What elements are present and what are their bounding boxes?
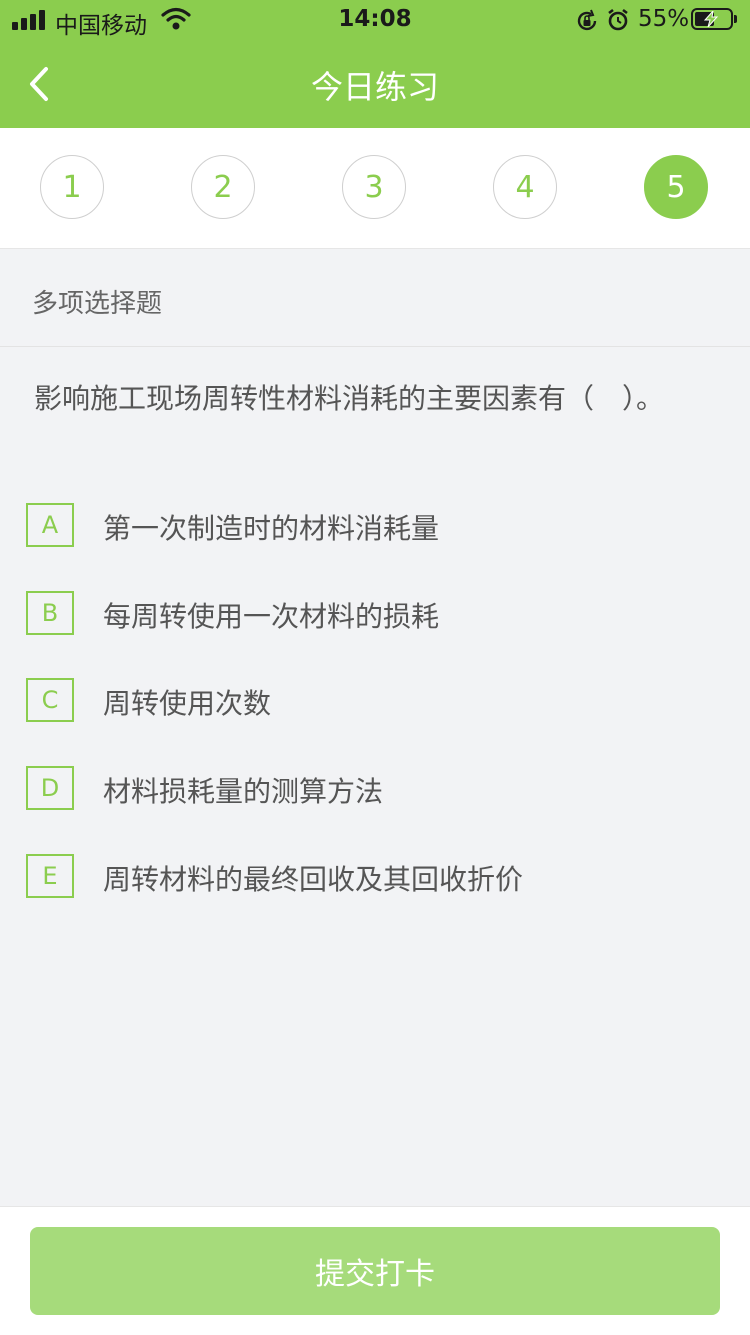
alarm-icon	[606, 8, 630, 36]
bottom-bar: 提交打卡	[0, 1206, 750, 1335]
question-type-label: 多项选择题	[32, 289, 163, 319]
option-c[interactable]: C 周转使用次数	[26, 678, 726, 726]
question-number-bar: 1 2 3 4 5	[0, 128, 750, 249]
orientation-lock-icon	[575, 9, 599, 37]
status-bar: 中国移动 14:08 55%	[0, 0, 750, 40]
option-letter: C	[26, 678, 74, 722]
question-type-row: 多项选择题	[0, 249, 750, 347]
option-a[interactable]: A 第一次制造时的材料消耗量	[26, 503, 726, 551]
question-number-5[interactable]: 5	[644, 155, 708, 219]
option-text: 每周转使用一次材料的损耗	[103, 600, 440, 633]
question-number-4[interactable]: 4	[493, 155, 557, 219]
option-text: 材料损耗量的测算方法	[103, 775, 384, 808]
option-b[interactable]: B 每周转使用一次材料的损耗	[26, 591, 726, 639]
option-text: 周转使用次数	[103, 687, 272, 720]
page-title: 今日练习	[310, 68, 439, 106]
question-number-3[interactable]: 3	[342, 155, 406, 219]
battery-percent: 55%	[638, 6, 690, 32]
header: 中国移动 14:08 55% 今日练习	[0, 0, 750, 128]
option-letter: D	[26, 766, 74, 810]
battery-charging-icon	[691, 8, 733, 30]
submit-checkin-button[interactable]: 提交打卡	[30, 1227, 720, 1315]
option-letter: E	[26, 854, 74, 898]
question-text: 影响施工现场周转性材料消耗的主要因素有（ ）。	[34, 382, 665, 415]
option-text: 第一次制造时的材料消耗量	[103, 512, 440, 545]
option-letter: A	[26, 503, 74, 547]
option-e[interactable]: E 周转材料的最终回收及其回收折价	[26, 854, 726, 902]
option-d[interactable]: D 材料损耗量的测算方法	[26, 766, 726, 814]
option-letter: B	[26, 591, 74, 635]
question-number-2[interactable]: 2	[191, 155, 255, 219]
question-number-1[interactable]: 1	[40, 155, 104, 219]
option-text: 周转材料的最终回收及其回收折价	[103, 863, 524, 896]
battery-tip	[734, 15, 737, 23]
